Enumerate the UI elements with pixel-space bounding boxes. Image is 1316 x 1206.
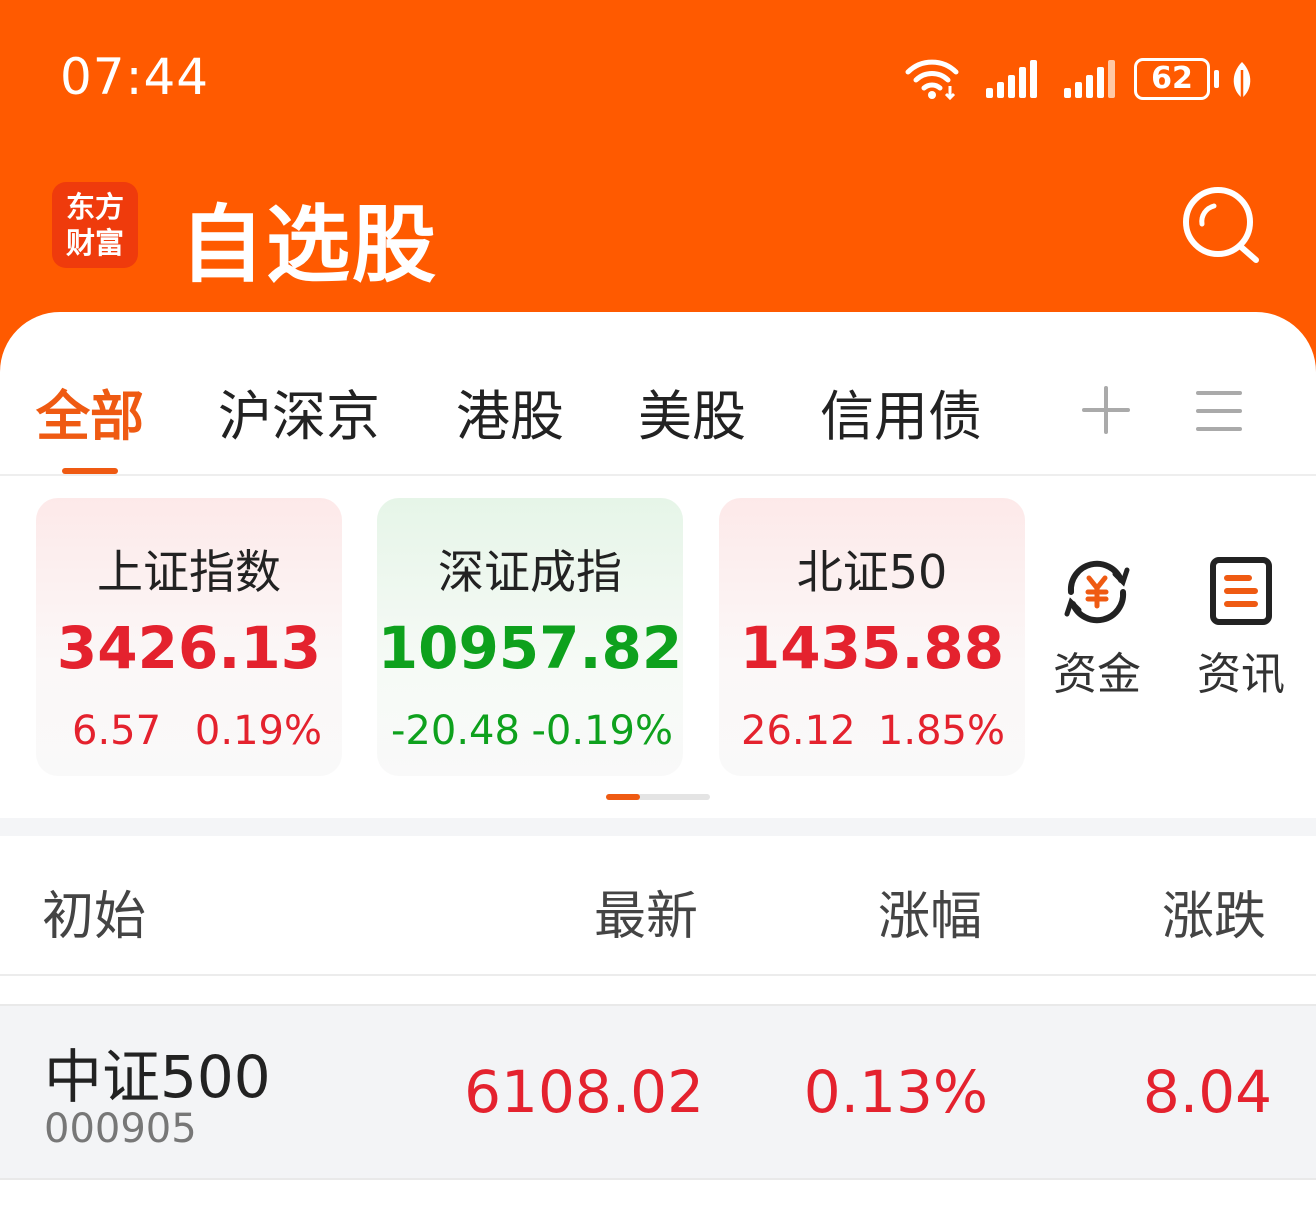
- funds-label: 资金: [1053, 649, 1141, 700]
- column-latest[interactable]: 最新: [594, 874, 698, 949]
- index-value: 1435.88: [739, 614, 1005, 682]
- battery-tip: [1214, 70, 1219, 88]
- index-value: 10957.82: [377, 614, 683, 682]
- index-name: 北证50: [796, 545, 948, 599]
- yuan-exchange-icon: [1064, 560, 1130, 624]
- index-value: 3426.13: [56, 614, 322, 682]
- column-change-pct[interactable]: 涨幅: [878, 874, 982, 949]
- wifi-icon: [905, 59, 959, 100]
- cell-signal-1-icon: [986, 60, 1037, 98]
- watchlist-header: 初始 最新 涨幅 涨跌: [0, 836, 1316, 976]
- carousel-pager-active: [606, 794, 640, 800]
- tab-all[interactable]: 全部: [36, 372, 144, 451]
- tab-us-stocks[interactable]: 美股: [638, 372, 746, 451]
- search-icon[interactable]: [1180, 184, 1264, 268]
- carousel-pager: [606, 794, 710, 800]
- tab-hk-stocks[interactable]: 港股: [456, 372, 564, 451]
- stock-latest: 6108.02: [464, 1058, 704, 1126]
- index-pct: 0.19%: [194, 708, 322, 754]
- app-logo: 东方 财富: [52, 182, 138, 268]
- stock-code: 000905: [44, 1106, 197, 1152]
- tab-credit-bonds[interactable]: 信用债: [820, 372, 982, 451]
- menu-icon[interactable]: [1196, 390, 1242, 432]
- column-change[interactable]: 涨跌: [1162, 874, 1266, 949]
- index-change: 26.12: [741, 708, 856, 754]
- cell-signal-2-icon: [1064, 60, 1115, 98]
- add-tab-icon[interactable]: [1080, 384, 1132, 436]
- power-saving-leaf-icon: [1233, 62, 1251, 98]
- status-time: 07:44: [60, 48, 210, 106]
- main-panel: 全部 沪深京 港股 美股 信用债 上证指数 3426.13 6.57 0.19%…: [0, 312, 1316, 1206]
- tab-bar: 全部 沪深京 港股 美股 信用债: [0, 312, 1316, 476]
- news-document-icon: [1210, 557, 1272, 625]
- active-tab-indicator: [62, 468, 118, 474]
- index-card-shenzhen[interactable]: 深证成指 10957.82 -20.48 -0.19%: [377, 498, 683, 776]
- index-card-beijing50[interactable]: 北证50 1435.88 26.12 1.85%: [719, 498, 1025, 776]
- table-row[interactable]: 中证500 000905 6108.02 0.13% 8.04: [0, 1004, 1316, 1180]
- page-title: 自选股: [180, 196, 439, 294]
- index-pct: 1.85%: [877, 708, 1005, 754]
- funds-button[interactable]: 资金: [1042, 556, 1152, 702]
- sort-initial[interactable]: 初始: [42, 874, 146, 949]
- index-change: -20.48: [391, 708, 520, 754]
- index-card-shanghai[interactable]: 上证指数 3426.13 6.57 0.19%: [36, 498, 342, 776]
- index-name: 深证成指: [438, 545, 622, 599]
- news-label: 资讯: [1197, 649, 1285, 700]
- index-name: 上证指数: [97, 545, 281, 599]
- battery-indicator: 62: [1134, 58, 1210, 100]
- index-pct: -0.19%: [531, 708, 673, 754]
- news-button[interactable]: 资讯: [1186, 556, 1296, 702]
- status-bar: 07:44 62: [0, 0, 1316, 150]
- stock-name: 中证500: [44, 1043, 271, 1111]
- logo-line-2: 财富: [65, 226, 124, 260]
- stock-change-pct: 0.13%: [803, 1058, 988, 1126]
- tab-shanghai-shenzhen-beijing[interactable]: 沪深京: [218, 372, 380, 451]
- section-divider: [0, 818, 1316, 836]
- index-change: 6.57: [72, 708, 162, 754]
- stock-change: 8.04: [1142, 1058, 1272, 1126]
- logo-line-1: 东方: [65, 190, 124, 224]
